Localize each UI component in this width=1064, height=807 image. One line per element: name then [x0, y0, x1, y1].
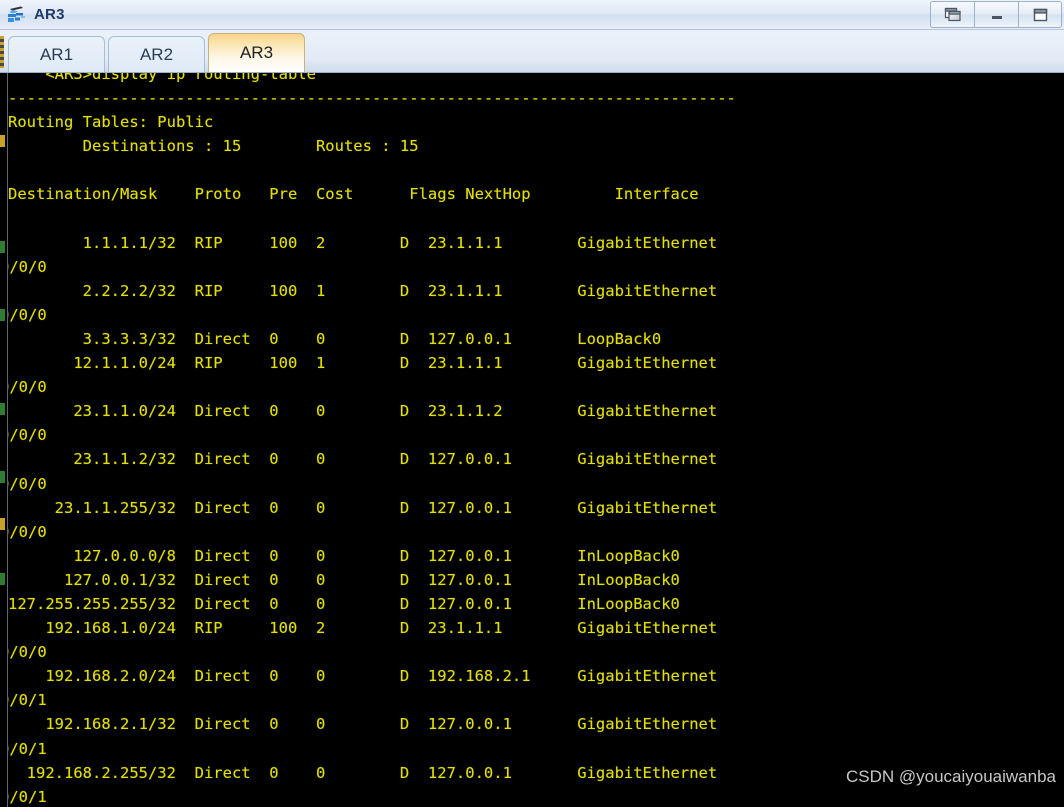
terminal-line: 0/0/0 — [0, 378, 47, 397]
terminal-line: Destination/Mask Proto Pre Cost Flags Ne… — [8, 185, 699, 204]
terminal-line: <AR3>display ip routing-table — [8, 73, 316, 83]
terminal-line: 2.2.2.2/32 RIP 100 1 D 23.1.1.1 GigabitE… — [8, 281, 718, 300]
gutter-mark — [0, 241, 5, 253]
gutter-mark — [0, 135, 5, 147]
title-bar: AR3 — [0, 0, 1064, 30]
gutter-mark — [0, 471, 5, 483]
tab-ar3[interactable]: AR3 — [208, 33, 305, 72]
terminal-line: 192.168.2.0/24 Direct 0 0 D 192.168.2.1 … — [8, 667, 718, 686]
title-bar-left: AR3 — [0, 5, 65, 25]
terminal-line: 3.3.3.3/32 Direct 0 0 D 127.0.0.1 LoopBa… — [8, 329, 662, 348]
cli-terminal[interactable]: <AR3>display ip routing-table -----------… — [0, 73, 1064, 807]
terminal-line: 23.1.1.2/32 Direct 0 0 D 127.0.0.1 Gigab… — [8, 450, 718, 469]
restore-button[interactable] — [930, 1, 974, 28]
terminal-line: 192.168.2.1/32 Direct 0 0 D 127.0.0.1 Gi… — [8, 715, 718, 734]
gutter-mark — [0, 573, 5, 585]
gutter-mark — [0, 403, 5, 415]
terminal-line: 23.1.1.0/24 Direct 0 0 D 23.1.1.2 Gigabi… — [8, 402, 718, 421]
router-icon — [8, 6, 25, 22]
restore-icon — [944, 7, 961, 21]
tab-label: AR2 — [139, 44, 174, 64]
terminal-line: 192.168.1.0/24 RIP 100 2 D 23.1.1.1 Giga… — [8, 619, 718, 638]
terminal-line: Routing Tables: Public — [8, 113, 214, 132]
minimize-button[interactable] — [974, 1, 1018, 28]
tab-label: AR3 — [239, 43, 274, 62]
terminal-line: 0/0/1 — [0, 787, 47, 806]
window-title: AR3 — [34, 6, 65, 23]
terminal-line: 0/0/1 — [0, 691, 47, 710]
terminal-line: 192.168.2.255/32 Direct 0 0 D 127.0.0.1 … — [8, 763, 718, 782]
maximize-icon — [1033, 8, 1048, 21]
terminal-line: 12.1.1.0/24 RIP 100 1 D 23.1.1.1 Gigabit… — [8, 354, 718, 373]
device-tab-strip: AR1 AR2 AR3 — [0, 30, 1064, 73]
terminal-line: 23.1.1.255/32 Direct 0 0 D 127.0.0.1 Gig… — [8, 498, 718, 517]
maximize-button[interactable] — [1018, 1, 1062, 28]
gutter-mark — [0, 518, 5, 530]
terminal-line: 0/0/0 — [0, 257, 47, 276]
terminal-line: ----------------------------------------… — [8, 89, 736, 107]
terminal-line: 0/0/0 — [0, 474, 47, 493]
terminal-line: 0/0/0 — [0, 643, 47, 662]
terminal-line: 0/0/0 — [0, 522, 47, 541]
tab-ar1[interactable]: AR1 — [8, 36, 105, 72]
terminal-line: 0/0/0 — [0, 426, 47, 445]
minimize-icon — [991, 15, 1002, 19]
window-controls — [930, 1, 1062, 28]
terminal-line: 0/0/0 — [0, 305, 47, 324]
terminal-line: Destinations : 15 Routes : 15 — [8, 137, 419, 156]
tab-label: AR1 — [39, 44, 74, 64]
terminal-line: 1.1.1.1/32 RIP 100 2 D 23.1.1.1 GigabitE… — [8, 233, 718, 252]
terminal-line: 127.255.255.255/32 Direct 0 0 D 127.0.0.… — [8, 594, 680, 613]
router-cli-window: AR3 AR1 AR2 AR3 <AR3>display ip routing-… — [0, 0, 1064, 807]
tab-ar2[interactable]: AR2 — [108, 36, 205, 72]
terminal-gutter[interactable] — [0, 73, 8, 807]
terminal-output: <AR3>display ip routing-table -----------… — [0, 73, 1064, 807]
terminal-line: 127.0.0.1/32 Direct 0 0 D 127.0.0.1 InLo… — [8, 570, 680, 589]
gutter-mark — [0, 309, 5, 321]
terminal-line: 127.0.0.0/8 Direct 0 0 D 127.0.0.1 InLoo… — [8, 546, 680, 565]
terminal-line: 0/0/1 — [0, 739, 47, 758]
